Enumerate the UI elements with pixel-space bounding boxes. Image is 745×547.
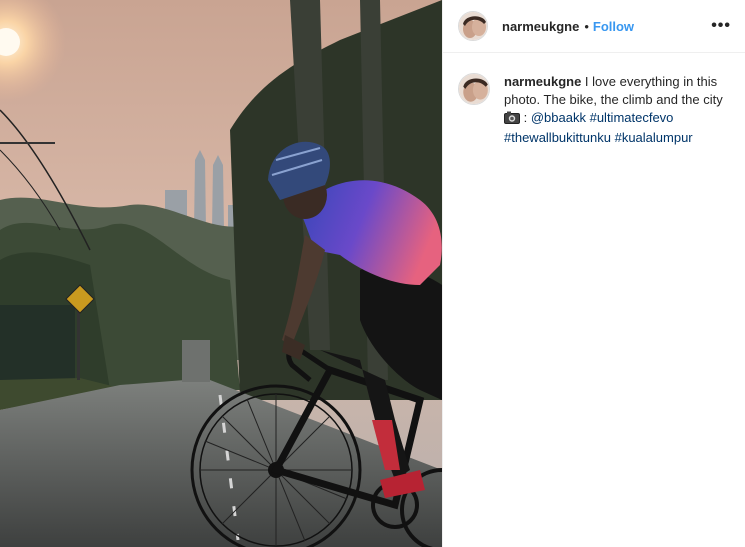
follow-button[interactable]: Follow — [593, 19, 634, 34]
caption-text: narmeukgne I love everything in this pho… — [504, 73, 731, 147]
caption-comment: narmeukgne I love everything in this pho… — [443, 53, 745, 147]
post-sidebar: narmeukgne • Follow ••• narmeukgne I lov… — [442, 0, 745, 547]
hashtag-link[interactable]: #ultimatecfevo — [590, 110, 674, 125]
post-username[interactable]: narmeukgne — [502, 19, 579, 34]
mention-link[interactable]: @bbaakk — [531, 110, 586, 125]
hashtag-link[interactable]: #thewallbukittunku — [504, 130, 611, 145]
separator-dot: • — [584, 18, 589, 34]
caption-username[interactable]: narmeukgne — [504, 74, 581, 89]
avatar[interactable] — [458, 73, 490, 105]
post-photo[interactable] — [0, 0, 442, 547]
hashtag-link[interactable]: #kualalumpur — [615, 130, 693, 145]
post-header: narmeukgne • Follow ••• — [443, 0, 745, 53]
more-options-icon[interactable]: ••• — [711, 18, 731, 34]
avatar[interactable] — [458, 11, 488, 41]
caption-separator: : — [520, 110, 531, 125]
camera-emoji-icon — [504, 111, 520, 129]
